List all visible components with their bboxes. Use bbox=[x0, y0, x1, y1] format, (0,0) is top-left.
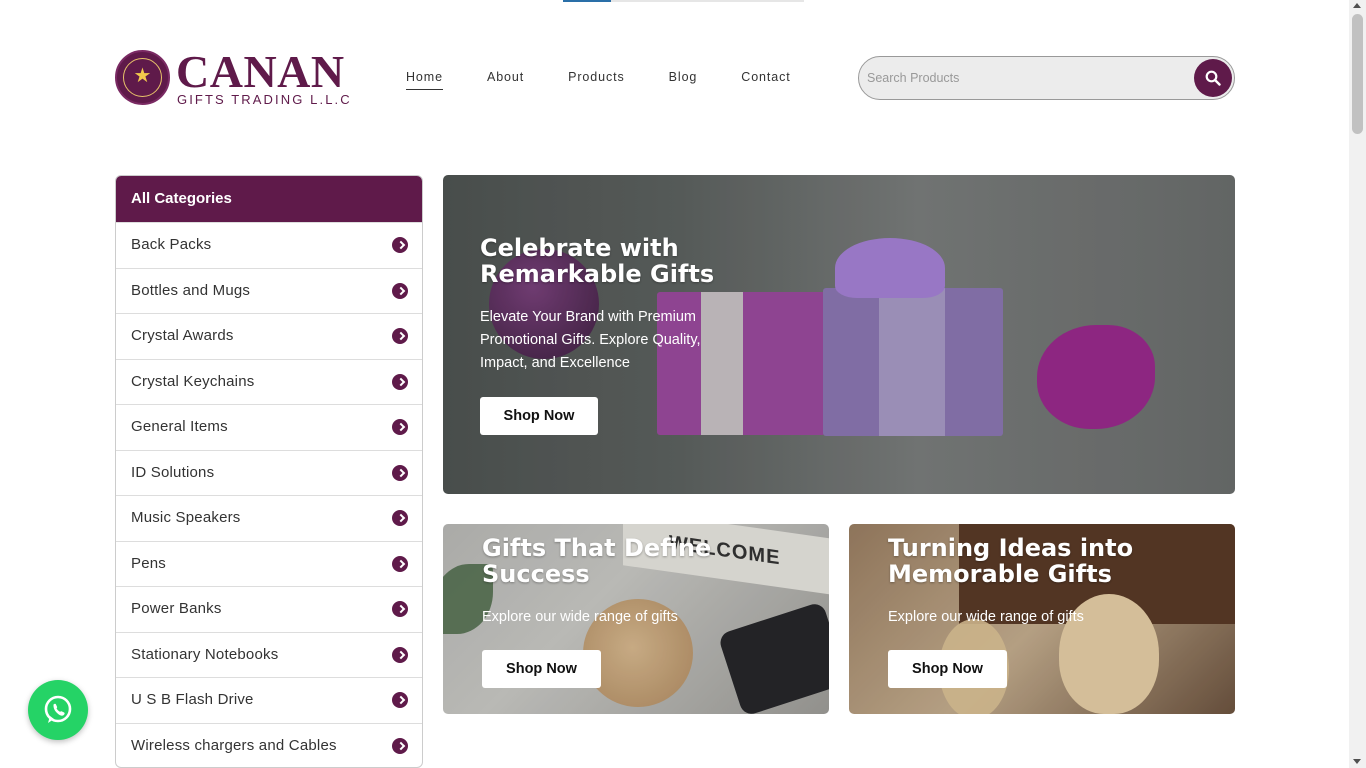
scroll-up-icon[interactable] bbox=[1353, 3, 1361, 8]
card-shop-now-button[interactable]: Shop Now bbox=[482, 650, 601, 688]
category-label: Crystal Keychains bbox=[131, 372, 255, 390]
category-label: Bottles and Mugs bbox=[131, 281, 251, 299]
main-nav: Home About Products Blog Contact bbox=[406, 70, 835, 90]
hero-title: Celebrate with Remarkable Gifts bbox=[480, 234, 715, 288]
chevron-right-circle-icon bbox=[392, 601, 408, 617]
card-text: Explore our wide range of gifts bbox=[888, 609, 1084, 625]
whatsapp-icon bbox=[44, 695, 72, 723]
search-button[interactable] bbox=[1194, 59, 1232, 97]
category-stationary-notebooks[interactable]: Stationary Notebooks bbox=[116, 631, 422, 678]
chevron-right-circle-icon bbox=[392, 373, 408, 390]
category-power-banks[interactable]: Power Banks bbox=[116, 586, 422, 632]
chevron-right-circle-icon bbox=[392, 464, 408, 481]
chevron-right-circle-icon bbox=[392, 692, 408, 708]
category-label: Wireless chargers and Cables bbox=[131, 736, 337, 754]
category-general-items[interactable]: General Items bbox=[116, 404, 422, 450]
logo[interactable]: ★ CANAN GIFTS TRADING L.L.C bbox=[115, 46, 355, 107]
nav-home[interactable]: Home bbox=[406, 70, 443, 90]
chevron-right-circle-icon bbox=[392, 737, 408, 754]
logo-wordmark: CANAN bbox=[176, 46, 345, 97]
search-bar bbox=[858, 56, 1235, 100]
category-label: Pens bbox=[131, 554, 166, 572]
card-title: Gifts That Define Success bbox=[482, 534, 712, 588]
sidebar-title: All Categories bbox=[116, 176, 422, 222]
chevron-right-circle-icon bbox=[392, 555, 408, 572]
category-wireless-chargers[interactable]: Wireless chargers and Cables bbox=[116, 722, 422, 768]
logo-seal-icon: ★ bbox=[115, 50, 170, 105]
scrollbar-thumb[interactable] bbox=[1352, 14, 1363, 134]
category-label: Power Banks bbox=[131, 600, 222, 617]
scroll-down-icon[interactable] bbox=[1353, 759, 1361, 764]
search-input[interactable] bbox=[867, 57, 1187, 99]
category-bottles-and-mugs[interactable]: Bottles and Mugs bbox=[116, 267, 422, 314]
card-shop-now-button[interactable]: Shop Now bbox=[888, 650, 1007, 688]
category-crystal-keychains[interactable]: Crystal Keychains bbox=[116, 358, 422, 405]
logo-tagline: GIFTS TRADING L.L.C bbox=[177, 92, 352, 107]
chevron-right-circle-icon bbox=[392, 510, 408, 526]
category-pens[interactable]: Pens bbox=[116, 540, 422, 587]
page-loading-bar bbox=[563, 0, 804, 2]
category-label: Stationary Notebooks bbox=[131, 645, 279, 663]
category-label: ID Solutions bbox=[131, 463, 215, 481]
category-music-speakers[interactable]: Music Speakers bbox=[116, 495, 422, 541]
hero-shop-now-button[interactable]: Shop Now bbox=[480, 397, 598, 435]
hero-banner: Celebrate with Remarkable Gifts Elevate … bbox=[443, 175, 1235, 494]
nav-about[interactable]: About bbox=[487, 70, 524, 90]
category-label: Music Speakers bbox=[131, 509, 241, 526]
site-header: ★ CANAN GIFTS TRADING L.L.C Home About P… bbox=[115, 44, 1235, 112]
search-icon bbox=[1205, 70, 1221, 86]
category-label: Crystal Awards bbox=[131, 327, 234, 344]
chevron-right-circle-icon bbox=[392, 282, 408, 299]
chevron-right-circle-icon bbox=[392, 646, 408, 663]
page-scrollbar[interactable] bbox=[1349, 0, 1366, 768]
category-usb-flash-drive[interactable]: U S B Flash Drive bbox=[116, 677, 422, 723]
hero-text: Elevate Your Brand with Premium Promotio… bbox=[480, 309, 701, 371]
chevron-right-circle-icon bbox=[392, 419, 408, 435]
category-label: General Items bbox=[131, 418, 228, 435]
nav-contact[interactable]: Contact bbox=[741, 70, 790, 90]
chevron-right-circle-icon bbox=[392, 328, 408, 344]
category-sidebar: All Categories Back Packs Bottles and Mu… bbox=[115, 175, 423, 768]
whatsapp-chat-button[interactable] bbox=[28, 680, 88, 740]
category-crystal-awards[interactable]: Crystal Awards bbox=[116, 313, 422, 359]
promo-card-success: WELCOME Gifts That Define Success Explor… bbox=[443, 524, 829, 714]
category-label: Back Packs bbox=[131, 236, 212, 253]
nav-blog[interactable]: Blog bbox=[669, 70, 698, 90]
nav-products[interactable]: Products bbox=[568, 70, 625, 90]
category-back-packs[interactable]: Back Packs bbox=[116, 222, 422, 268]
category-id-solutions[interactable]: ID Solutions bbox=[116, 449, 422, 496]
card-text: Explore our wide range of gifts bbox=[482, 609, 678, 625]
category-label: U S B Flash Drive bbox=[131, 691, 254, 708]
promo-card-ideas: Turning Ideas into Memorable Gifts Explo… bbox=[849, 524, 1235, 714]
card-title: Turning Ideas into Memorable Gifts bbox=[888, 534, 1134, 588]
chevron-right-circle-icon bbox=[392, 237, 408, 253]
